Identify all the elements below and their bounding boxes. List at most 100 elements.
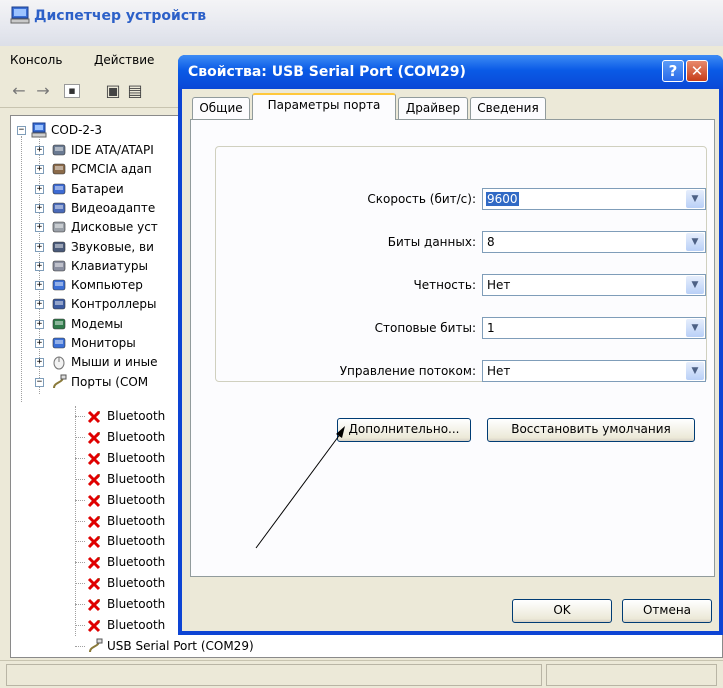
expand-category-icon[interactable]: + — [35, 146, 44, 155]
tab-port-settings[interactable]: Параметры порта — [252, 93, 396, 120]
expand-category-icon[interactable]: + — [35, 184, 44, 194]
monitor-icon — [52, 337, 66, 349]
bluetooth-port-item[interactable]: Bluetooth — [107, 615, 165, 635]
error-port-icon — [87, 410, 101, 424]
help-button[interactable]: ? — [662, 60, 684, 82]
tree-category[interactable]: Компьютер — [71, 275, 143, 295]
pcmcia-icon — [52, 163, 66, 175]
flow-control-value: Нет — [487, 364, 511, 378]
bluetooth-port-item[interactable]: Bluetooth — [107, 490, 165, 510]
baud-rate-value: 9600 — [486, 192, 519, 206]
chevron-down-icon[interactable]: ▼ — [686, 233, 704, 251]
tree-category[interactable]: Порты (COM — [71, 372, 148, 392]
restore-defaults-button[interactable]: Восстановить умолчания — [487, 418, 695, 442]
status-cell-main — [6, 664, 542, 686]
parity-value: Нет — [487, 278, 511, 292]
expand-category-icon[interactable]: + — [35, 223, 44, 233]
port-settings-panel: Скорость (бит/с): 9600 ▼ Биты данных: 8 … — [190, 119, 715, 577]
bluetooth-port-item[interactable]: Bluetooth — [107, 573, 165, 593]
bluetooth-port-item[interactable]: Bluetooth — [107, 448, 165, 468]
sound-icon — [52, 241, 66, 252]
data-bits-select[interactable]: 8 ▼ — [482, 231, 706, 253]
tab-details[interactable]: Сведения — [470, 97, 546, 119]
expand-category-icon[interactable]: + — [35, 261, 44, 271]
modem-icon — [52, 318, 66, 329]
menu-console[interactable]: Консоль — [10, 53, 62, 67]
expand-category-icon[interactable]: + — [35, 165, 44, 175]
bluetooth-port-item[interactable]: Bluetooth — [107, 427, 165, 447]
bluetooth-port-item[interactable]: Bluetooth — [107, 552, 165, 572]
chevron-down-icon[interactable]: ▼ — [686, 190, 704, 208]
tree-category[interactable]: PCMCIA адап — [71, 159, 152, 179]
tab-driver[interactable]: Драйвер — [398, 97, 468, 119]
tab-general[interactable]: Общие — [192, 97, 250, 119]
error-port-icon — [87, 515, 101, 528]
parity-select[interactable]: Нет ▼ — [482, 274, 706, 296]
tree-category[interactable]: Звуковые, ви — [71, 237, 154, 257]
tree-category[interactable]: Контроллеры — [71, 294, 156, 314]
close-button[interactable]: ✕ — [686, 60, 708, 82]
tree-category[interactable]: Модемы — [71, 314, 123, 334]
computer-icon — [52, 279, 66, 291]
back-arrow-icon[interactable]: ← — [8, 80, 30, 102]
tree-category[interactable]: Клавиатуры — [71, 256, 148, 276]
disk-drive-icon — [52, 221, 66, 233]
advanced-button[interactable]: Дополнительно... — [337, 418, 471, 442]
baud-rate-select[interactable]: 9600 ▼ — [482, 188, 706, 210]
bluetooth-port-item[interactable]: Bluetooth — [107, 469, 165, 489]
tree-root[interactable]: COD-2-3 — [51, 120, 102, 140]
error-port-icon — [87, 619, 101, 633]
device-manager-title: Диспетчер устройств — [34, 8, 207, 24]
flow-control-select[interactable]: Нет ▼ — [482, 360, 706, 382]
tree-category[interactable]: Видеоадапте — [71, 198, 155, 218]
print-icon[interactable]: ▤ — [124, 80, 146, 102]
bluetooth-port-item[interactable]: Bluetooth — [107, 406, 165, 426]
console-tree-icon[interactable]: ▪ — [64, 84, 80, 98]
expand-category-icon[interactable]: + — [35, 339, 44, 348]
error-port-icon — [87, 578, 101, 591]
cancel-button[interactable]: Отмена — [622, 599, 712, 623]
port-icon — [53, 374, 67, 388]
parity-label: Четность: — [413, 278, 477, 292]
ide-controller-icon — [52, 144, 66, 156]
properties-icon[interactable]: ▣ — [102, 80, 124, 102]
chevron-down-icon[interactable]: ▼ — [686, 319, 704, 337]
collapse-root-icon[interactable]: − — [17, 126, 26, 135]
stop-bits-select[interactable]: 1 ▼ — [482, 317, 706, 339]
expand-category-icon[interactable]: + — [35, 319, 44, 329]
tree-category[interactable]: IDE ATA/ATAPI — [71, 140, 154, 160]
tree-category[interactable]: Мыши и иные — [71, 352, 158, 372]
usb-controller-icon — [52, 299, 66, 310]
flow-control-label: Управление потоком: — [339, 364, 476, 378]
ok-button[interactable]: OK — [512, 599, 612, 623]
error-port-icon — [87, 536, 101, 549]
expand-category-icon[interactable]: + — [35, 242, 44, 252]
port-icon — [89, 638, 103, 653]
chevron-down-icon[interactable]: ▼ — [686, 362, 704, 380]
collapse-ports-icon[interactable]: − — [35, 377, 44, 387]
expand-category-icon[interactable]: + — [35, 203, 44, 213]
expand-category-icon[interactable]: + — [35, 300, 44, 310]
bluetooth-port-item[interactable]: Bluetooth — [107, 511, 165, 531]
expand-category-icon[interactable]: + — [35, 358, 44, 368]
data-bits-label: Биты данных: — [387, 235, 476, 249]
device-manager-titlebar[interactable]: Диспетчер устройств — [0, 0, 723, 46]
error-port-icon — [87, 452, 101, 465]
chevron-down-icon[interactable]: ▼ — [686, 276, 704, 294]
stop-bits-label: Стоповые биты: — [374, 321, 476, 335]
tree-category[interactable]: Мониторы — [71, 333, 136, 353]
dialog-titlebar[interactable]: Свойства: USB Serial Port (COM29) ? ✕ — [178, 55, 723, 89]
keyboard-icon — [52, 260, 66, 272]
mouse-icon — [53, 356, 65, 370]
tree-category[interactable]: Дисковые уст — [71, 217, 158, 237]
battery-icon — [52, 183, 66, 194]
computer-icon — [10, 6, 30, 24]
menu-action[interactable]: Действие — [94, 53, 154, 67]
bluetooth-port-item[interactable]: Bluetooth — [107, 531, 165, 551]
usb-serial-port-item[interactable]: USB Serial Port (COM29) — [107, 636, 254, 656]
error-port-icon — [87, 557, 101, 570]
tree-category[interactable]: Батареи — [71, 179, 124, 199]
forward-arrow-icon[interactable]: → — [32, 80, 54, 102]
expand-category-icon[interactable]: + — [35, 281, 44, 291]
bluetooth-port-item[interactable]: Bluetooth — [107, 594, 165, 614]
